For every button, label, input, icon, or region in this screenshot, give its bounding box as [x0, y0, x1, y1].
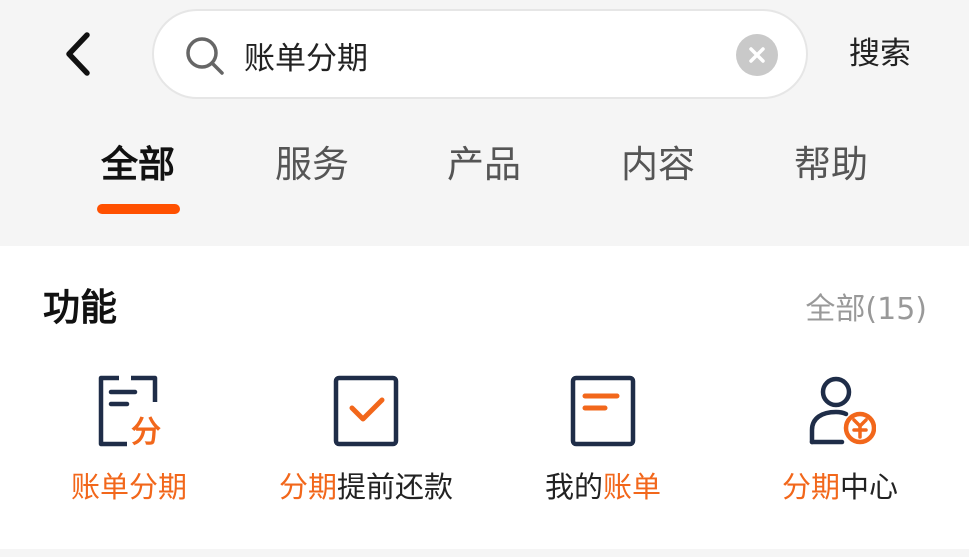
view-all-link[interactable]: 全部(15) — [805, 288, 927, 332]
function-label: 账单分期 — [70, 470, 187, 504]
search-header: 搜索 全部 服务 产品 内容 帮助 — [0, 0, 969, 246]
function-item-my-bill[interactable]: 我的账单 — [503, 362, 703, 512]
bill-document-icon — [570, 375, 636, 447]
bottom-divider — [0, 549, 969, 557]
bill-installment-icon: 分 — [98, 375, 161, 448]
tab-services[interactable]: 服务 — [252, 136, 372, 194]
function-label: 分期中心 — [781, 470, 899, 504]
search-button[interactable]: 搜索 — [849, 30, 911, 78]
search-icon — [186, 37, 224, 75]
user-installment-center-icon — [809, 376, 876, 445]
clear-icon — [749, 47, 765, 63]
function-item-early-repayment[interactable]: 分期提前还款 — [266, 362, 466, 512]
function-label: 我的账单 — [544, 470, 662, 504]
tab-all[interactable]: 全部 — [78, 136, 198, 194]
search-box[interactable] — [152, 9, 808, 99]
checkbox-check-icon — [333, 375, 399, 447]
function-label: 分期提前还款 — [278, 470, 454, 504]
tab-products[interactable]: 产品 — [424, 136, 544, 194]
section-title: 功能 — [43, 286, 117, 329]
tab-content[interactable]: 内容 — [598, 136, 718, 194]
tab-bar: 全部 服务 产品 内容 帮助 — [0, 136, 969, 216]
functions-section: 功能 全部(15) 分 账单分期 分期提前还款 我的账单 分期中心 — [0, 246, 969, 549]
active-tab-indicator — [97, 204, 180, 214]
back-button[interactable] — [56, 28, 100, 80]
search-input[interactable] — [244, 29, 724, 81]
chevron-left-icon — [66, 32, 90, 76]
clear-search-button[interactable] — [736, 34, 778, 76]
function-item-bill-installment[interactable]: 分 账单分期 — [29, 362, 229, 512]
tab-help[interactable]: 帮助 — [771, 136, 891, 194]
svg-text:分: 分 — [131, 415, 161, 448]
function-item-installment-center[interactable]: 分期中心 — [740, 362, 940, 512]
